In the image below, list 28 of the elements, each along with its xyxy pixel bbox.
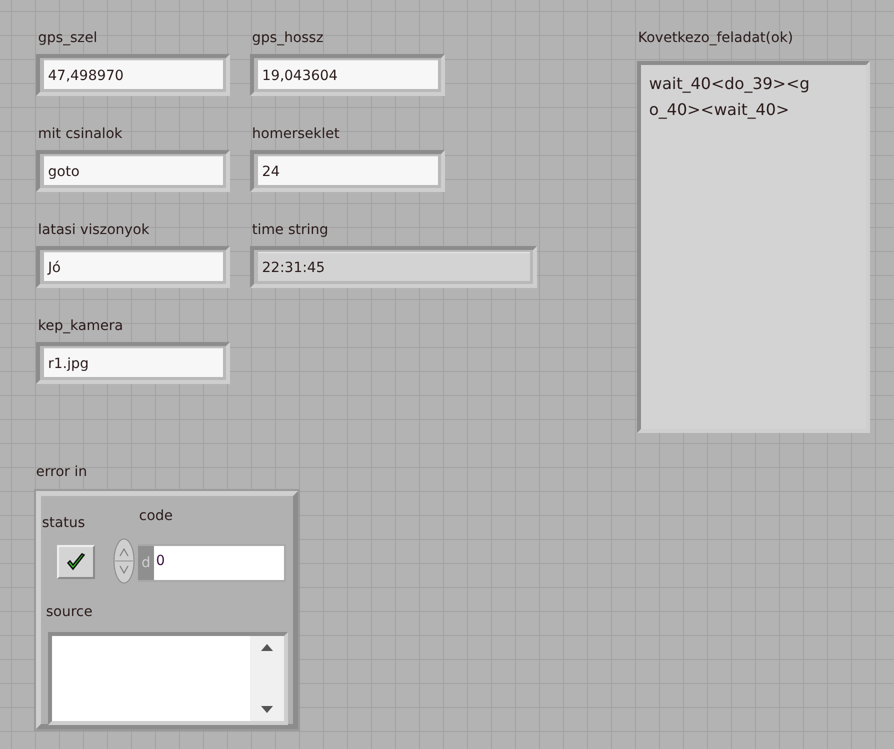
field-label: gps_hossz — [251, 29, 324, 48]
text-field[interactable]: 24 — [250, 150, 445, 192]
source-label: source — [45, 603, 94, 622]
status-checkbox[interactable] — [57, 545, 95, 579]
text-field[interactable]: goto — [36, 150, 230, 192]
numeric-field[interactable]: 0 — [154, 546, 284, 580]
source-field[interactable] — [48, 632, 288, 725]
text-field[interactable]: r1.jpg — [36, 342, 230, 384]
cluster-label: error in — [35, 463, 88, 482]
field-label: mit csinalok — [37, 125, 124, 144]
field-label: time string — [251, 221, 330, 240]
radix-indicator: d — [138, 546, 154, 580]
field-label: Kovetkezo_feladat(ok) — [637, 29, 794, 48]
status-label: status — [41, 514, 86, 533]
field-label: kep_kamera — [37, 317, 124, 336]
text-field[interactable]: 19,043604 — [250, 54, 445, 96]
scroll-down-icon[interactable] — [261, 706, 273, 713]
code-label: code — [138, 507, 174, 526]
string-indicator: wait_40<do_39><go_40><wait_40> — [637, 61, 870, 433]
scrollbar[interactable] — [250, 636, 284, 721]
field-label: gps_szel — [37, 29, 98, 48]
text-field[interactable]: Jó — [36, 246, 230, 288]
field-label: latasi viszonyok — [37, 221, 150, 240]
scroll-up-icon[interactable] — [261, 644, 273, 651]
check-icon — [66, 552, 86, 572]
indicator-field: 22:31:45 — [250, 246, 537, 288]
text-field[interactable]: 47,498970 — [36, 54, 230, 96]
field-label: homerseklet — [251, 125, 340, 144]
